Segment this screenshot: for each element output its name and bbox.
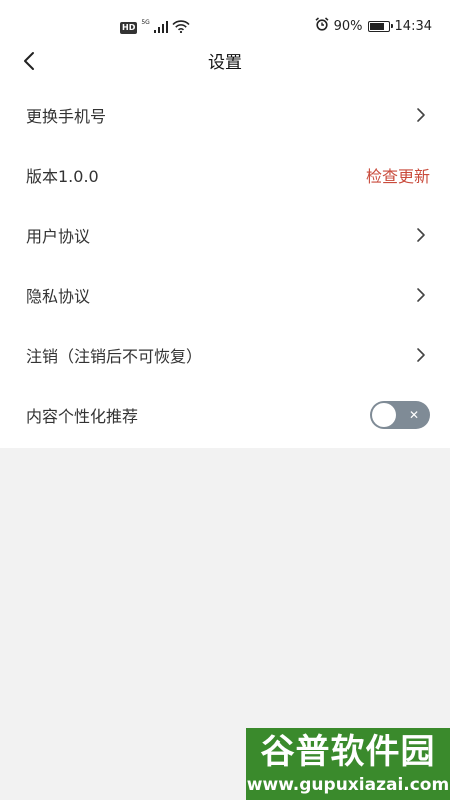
- hd-badge: HD: [120, 21, 138, 34]
- version-label: 版本1.0.0: [26, 167, 99, 186]
- user-agreement-label: 用户协议: [26, 227, 91, 246]
- change-phone-label: 更换手机号: [26, 107, 107, 126]
- chevron-right-icon: [414, 288, 428, 302]
- version-row: 版本1.0.0 检查更新: [0, 145, 450, 205]
- watermark-logo: 谷普软件园 www.gupuxiazai.com: [246, 728, 450, 800]
- status-right-group: 90% 14:34: [315, 17, 432, 35]
- personalized-recommend-label: 内容个性化推荐: [26, 407, 139, 426]
- privacy-agreement-row[interactable]: 隐私协议: [0, 265, 450, 325]
- chevron-right-icon: [414, 228, 428, 242]
- privacy-agreement-label: 隐私协议: [26, 287, 91, 306]
- battery-level-fill: [369, 22, 384, 30]
- clock: 14:34: [394, 18, 432, 34]
- battery-icon: [367, 20, 393, 32]
- wifi-icon: [172, 18, 190, 37]
- user-agreement-row[interactable]: 用户协议: [0, 205, 450, 265]
- network-type: 5G: [141, 19, 150, 26]
- settings-list: 更换手机号 版本1.0.0 检查更新 用户协议 隐私协议 注销（注销后不可恢复）…: [0, 85, 450, 445]
- close-icon: ✕: [408, 408, 419, 422]
- watermark-title: 谷普软件园: [260, 732, 436, 772]
- status-network-group: HD 5G: [120, 18, 190, 37]
- change-phone-row[interactable]: 更换手机号: [0, 85, 450, 145]
- chevron-right-icon: [414, 108, 428, 122]
- chevron-right-icon: [414, 348, 428, 362]
- check-update-button[interactable]: 检查更新: [366, 163, 430, 187]
- signal-icon: [153, 18, 168, 37]
- personalized-recommend-row: 内容个性化推荐 ✕: [0, 385, 450, 445]
- deregister-label: 注销（注销后不可恢复）: [26, 347, 203, 366]
- page-title: 设置: [208, 53, 242, 73]
- alarm-icon: [315, 17, 329, 35]
- battery-percent: 90%: [333, 18, 363, 34]
- toggle-knob: [372, 403, 396, 427]
- deregister-row[interactable]: 注销（注销后不可恢复）: [0, 325, 450, 385]
- header: 设置: [0, 42, 450, 84]
- personalized-recommend-toggle[interactable]: ✕: [370, 401, 430, 429]
- watermark-url: www.gupuxiazai.com: [246, 775, 450, 795]
